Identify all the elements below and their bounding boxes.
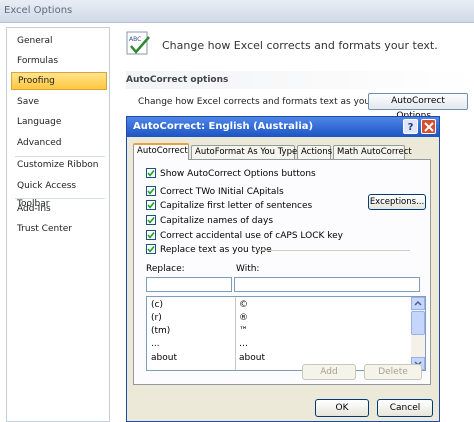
- checkbox-box: [146, 244, 156, 254]
- with-cell: about: [239, 353, 265, 363]
- list-item[interactable]: ... …: [147, 338, 411, 350]
- replace-text-as-you-type-checkbox[interactable]: Replace text as you type: [146, 244, 426, 256]
- proofing-header: Change how Excel corrects and formats yo…: [162, 39, 438, 52]
- checkbox-box: [146, 186, 156, 196]
- sidebar-item-general[interactable]: General: [11, 32, 107, 50]
- replace-cell: ...: [151, 339, 160, 349]
- close-icon: [424, 122, 434, 132]
- checkbox-box: [146, 200, 156, 210]
- with-label: With:: [236, 264, 260, 274]
- checkbox-box: [146, 215, 156, 225]
- list-item[interactable]: (tm) ™: [147, 325, 411, 337]
- tab-autocorrect[interactable]: AutoCorrect: [133, 143, 189, 160]
- sidebar-item-save[interactable]: Save: [11, 93, 107, 111]
- checkmark-icon: [147, 232, 155, 239]
- dialog-title: AutoCorrect: English (Australia): [133, 121, 314, 132]
- help-button[interactable]: ?: [403, 119, 418, 134]
- with-input[interactable]: [234, 277, 420, 292]
- list-item[interactable]: (r) ®: [147, 312, 411, 324]
- delete-button[interactable]: Delete: [364, 364, 422, 380]
- options-sidebar: General Formulas Proofing Save Language …: [6, 27, 110, 422]
- replace-input[interactable]: [146, 277, 232, 292]
- replace-label: Replace:: [146, 264, 185, 274]
- scroll-thumb[interactable]: [411, 311, 425, 335]
- cancel-button[interactable]: Cancel: [377, 399, 433, 417]
- add-button[interactable]: Add: [302, 364, 356, 380]
- list-item[interactable]: (c) ©: [147, 299, 411, 311]
- checkbox-box: [146, 168, 156, 178]
- with-cell: ™: [239, 326, 248, 336]
- sidebar-item-quick-access-toolbar[interactable]: Quick Access Toolbar: [11, 177, 107, 209]
- group-divider: [258, 250, 410, 251]
- autocorrect-dialog: AutoCorrect: English (Australia) ? AutoC…: [126, 116, 440, 422]
- checkbox-label: Correct TWo INitial CApitals: [160, 187, 284, 197]
- checkmark-icon: [147, 217, 155, 224]
- close-button[interactable]: [421, 119, 436, 134]
- replace-cell: (r): [151, 313, 162, 323]
- dialog-titlebar: AutoCorrect: English (Australia) ?: [127, 117, 439, 137]
- sidebar-item-formulas[interactable]: Formulas: [11, 52, 107, 70]
- sidebar-item-customize-ribbon[interactable]: Customize Ribbon: [11, 156, 107, 174]
- autocorrect-options-button[interactable]: AutoCorrect Options...: [368, 93, 468, 121]
- ok-button[interactable]: OK: [315, 399, 369, 417]
- sidebar-divider: [15, 198, 105, 199]
- checkmark-icon: [147, 188, 155, 195]
- exceptions-button[interactable]: Exceptions...: [368, 194, 426, 210]
- sidebar-item-advanced[interactable]: Advanced: [11, 134, 107, 152]
- list-scrollbar[interactable]: [411, 297, 425, 370]
- sidebar-item-language[interactable]: Language: [11, 113, 107, 131]
- with-cell: ©: [239, 300, 248, 310]
- list-item[interactable]: about about: [147, 352, 411, 364]
- with-cell: ®: [239, 313, 248, 323]
- window-title: Excel Options: [4, 5, 73, 16]
- autocorrect-tab-panel: Show AutoCorrect Options buttons Correct…: [133, 159, 431, 385]
- replace-cell: about: [151, 353, 177, 363]
- scroll-up-button[interactable]: [411, 297, 425, 310]
- sidebar-item-proofing[interactable]: Proofing: [11, 72, 107, 90]
- sidebar-item-trust-center[interactable]: Trust Center: [11, 220, 107, 238]
- autocorrect-section-heading: AutoCorrect options: [126, 71, 474, 89]
- replace-cell: (tm): [151, 326, 171, 336]
- checkmark-icon: [147, 202, 155, 209]
- replace-cell: (c): [151, 300, 163, 310]
- svg-text:ABC: ABC: [129, 36, 141, 43]
- checkbox-box: [146, 230, 156, 240]
- with-cell: …: [239, 339, 248, 349]
- abc-check-icon: ABC: [126, 31, 152, 57]
- tab-math-autocorrect[interactable]: Math AutoCorrect: [333, 145, 412, 159]
- tab-actions[interactable]: Actions: [297, 145, 332, 159]
- checkbox-label: Correct accidental use of cAPS LOCK key: [160, 231, 343, 241]
- checkmark-icon: [147, 170, 155, 177]
- window-titlebar: Excel Options: [0, 0, 474, 23]
- tab-autoformat-as-you-type[interactable]: AutoFormat As You Type: [191, 145, 297, 159]
- checkbox-label: Capitalize names of days: [160, 216, 274, 226]
- sidebar-item-add-ins[interactable]: Add-Ins: [11, 200, 107, 218]
- checkmark-icon: [147, 246, 155, 253]
- checkbox-label: Capitalize first letter of sentences: [160, 201, 313, 211]
- chevron-up-icon: [414, 300, 422, 306]
- autocorrect-description: Change how Excel corrects and formats te…: [138, 97, 397, 107]
- checkbox-label: Show AutoCorrect Options buttons: [160, 169, 316, 179]
- replacement-list[interactable]: (c) © (r) ® (tm) ™ ... … about about: [146, 296, 426, 371]
- checkbox-label: Replace text as you type: [160, 245, 272, 255]
